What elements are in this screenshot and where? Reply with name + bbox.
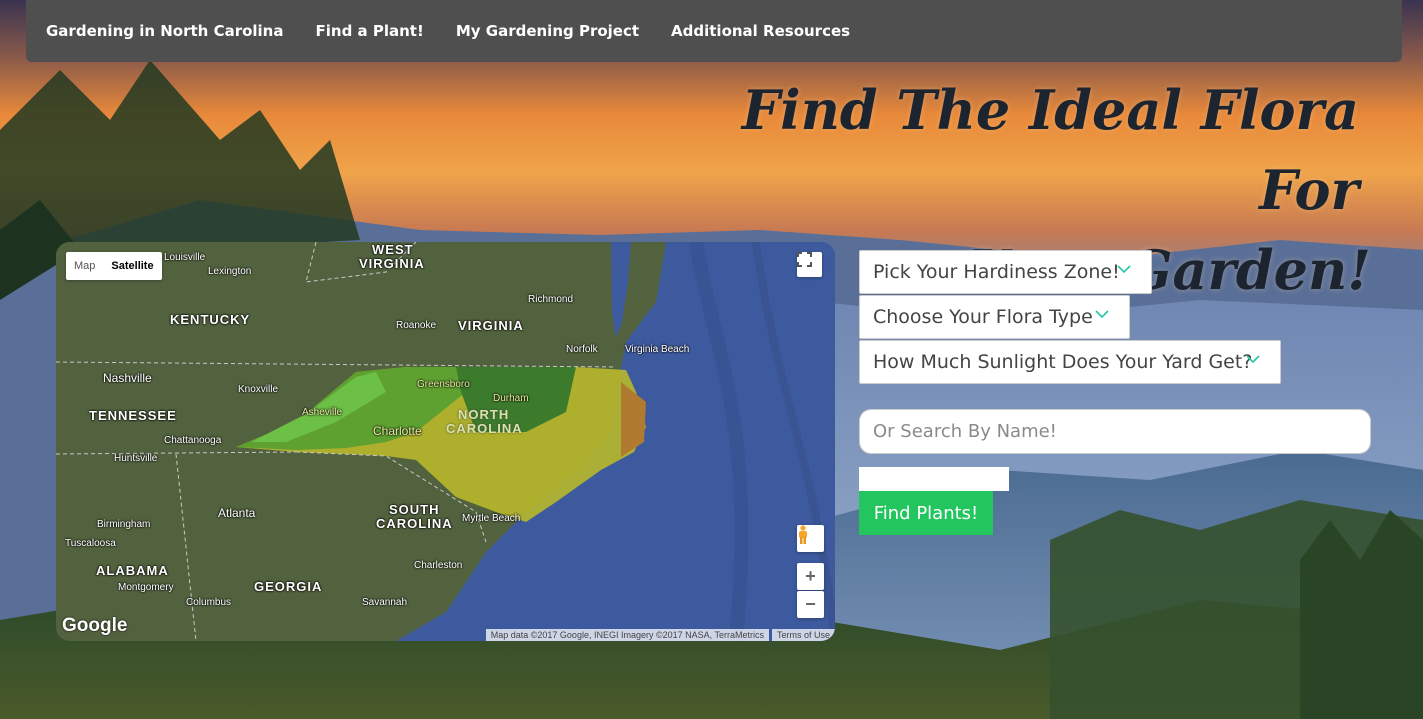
page-title-line1: Find The Ideal Flora For	[741, 78, 1359, 222]
map-city-durham: Durham	[493, 393, 529, 404]
map-city-tuscaloosa: Tuscaloosa	[65, 538, 116, 549]
map-label-carolina: CAROLINA	[446, 421, 523, 436]
flora-type-label: Choose Your Flora Type	[873, 306, 1093, 328]
map-city-atlanta: Atlanta	[218, 506, 256, 520]
map-attribution-text: Map data ©2017 Google, INEGI Imagery ©20…	[485, 629, 769, 641]
map-label-north: NORTH	[458, 407, 510, 422]
nav-additional-resources[interactable]: Additional Resources	[671, 22, 850, 40]
pegman-icon	[799, 525, 807, 544]
zoom-in-button[interactable]: +	[797, 563, 824, 590]
map-city-montgomery: Montgomery	[118, 582, 174, 593]
map-type-satellite[interactable]: Satellite	[103, 252, 161, 280]
chevron-down-icon	[1245, 349, 1261, 368]
map-city-virginia-beach: Virginia Beach	[625, 344, 690, 355]
map-city-knoxville: Knoxville	[238, 384, 279, 395]
map-city-norfolk: Norfolk	[566, 344, 598, 355]
map-city-asheville: Asheville	[302, 407, 343, 418]
nav-gardening-nc[interactable]: Gardening in North Carolina	[46, 22, 284, 40]
nc-map[interactable]: Map Satellite WEST VIRGINIA KENTUCKY VIR…	[56, 242, 835, 641]
map-type-map[interactable]: Map	[66, 252, 103, 280]
street-view-button[interactable]	[797, 525, 824, 552]
map-terms-link[interactable]: Terms of Use	[771, 629, 835, 641]
blank-field	[859, 467, 1009, 491]
fullscreen-icon	[797, 252, 812, 267]
hardiness-zone-label: Pick Your Hardiness Zone!	[873, 261, 1120, 283]
map-city-nashville: Nashville	[103, 371, 152, 385]
map-city-charlotte: Charlotte	[373, 424, 422, 438]
map-label-south-carolina: CAROLINA	[376, 516, 453, 531]
map-city-lexington: Lexington	[208, 266, 252, 277]
map-label-west-virginia-2: VIRGINIA	[359, 256, 425, 271]
find-plants-button[interactable]: Find Plants!	[859, 491, 993, 535]
map-city-greensboro: Greensboro	[417, 379, 470, 390]
map-city-savannah: Savannah	[362, 597, 408, 608]
main-navbar: Gardening in North Carolina Find a Plant…	[26, 0, 1402, 62]
sunlight-select[interactable]: How Much Sunlight Does Your Yard Get?	[859, 340, 1281, 384]
chevron-down-icon	[1116, 259, 1132, 278]
hardiness-zone-select[interactable]: Pick Your Hardiness Zone!	[859, 250, 1152, 294]
map-city-huntsville: Huntsville	[114, 453, 158, 464]
map-label-alabama: ALABAMA	[96, 563, 169, 578]
map-label-west-virginia: WEST	[372, 242, 414, 257]
map-city-charleston: Charleston	[414, 560, 463, 571]
map-label-kentucky: KENTUCKY	[170, 312, 251, 327]
google-logo: Google	[62, 615, 128, 636]
chevron-down-icon	[1094, 304, 1110, 323]
map-label-south: SOUTH	[389, 502, 440, 517]
map-attribution: Map data ©2017 Google, INEGI Imagery ©20…	[483, 629, 835, 641]
map-city-chattanooga: Chattanooga	[164, 435, 222, 446]
map-city-birmingham: Birmingham	[97, 519, 151, 530]
map-label-virginia: VIRGINIA	[458, 318, 524, 333]
map-type-control: Map Satellite	[66, 252, 162, 280]
map-city-myrtle-beach: Myrtle Beach	[462, 513, 521, 524]
map-city-roanoke: Roanoke	[396, 320, 437, 331]
sunlight-label: How Much Sunlight Does Your Yard Get?	[873, 351, 1253, 373]
zoom-out-button[interactable]: −	[797, 591, 824, 618]
nav-my-project[interactable]: My Gardening Project	[456, 22, 639, 40]
map-city-louisville: Louisville	[164, 252, 206, 263]
nav-find-plant[interactable]: Find a Plant!	[316, 22, 424, 40]
fullscreen-button[interactable]	[797, 252, 822, 277]
map-city-richmond: Richmond	[528, 294, 574, 305]
map-label-georgia: GEORGIA	[254, 579, 323, 594]
map-city-columbus: Columbus	[186, 597, 232, 608]
plant-name-search-input[interactable]	[859, 409, 1371, 454]
map-label-tennessee: TENNESSEE	[89, 408, 177, 423]
flora-type-select[interactable]: Choose Your Flora Type	[859, 295, 1130, 339]
